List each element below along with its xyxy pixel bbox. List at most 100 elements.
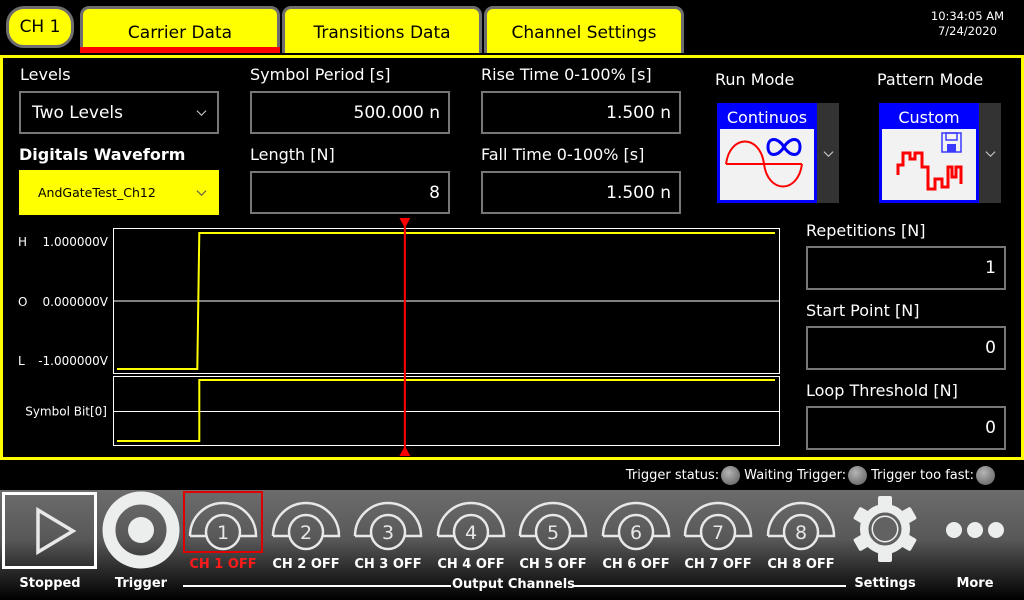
length-value: 8: [429, 182, 440, 203]
symbol-period-value: 500.000 n: [353, 102, 440, 123]
channel-button-1[interactable]: 1: [183, 491, 263, 553]
start-point-value: 0: [985, 338, 996, 358]
run-stop-button[interactable]: [2, 492, 97, 569]
settings-label: Settings: [854, 576, 916, 591]
pattern-mode-label: Pattern Mode: [877, 70, 984, 89]
length-label: Length [N]: [250, 145, 335, 164]
clock-time: 10:34:05 AM: [930, 9, 1004, 23]
bottom-toolbar: Stopped Trigger 1 CH 1 OFF 2 CH 2 OFF 3 CH 3 …: [0, 490, 1024, 600]
run-mode-label: Run Mode: [715, 70, 795, 89]
rise-time-label: Rise Time 0-100% [s]: [481, 65, 652, 84]
run-mode-dropdown-toggle[interactable]: [817, 103, 839, 203]
chevron-down-icon: [985, 150, 995, 157]
channel-number: 5: [547, 522, 559, 544]
waiting-trigger-label: Waiting Trigger:: [744, 468, 847, 483]
channel-output-icon: 8: [766, 501, 836, 551]
channel-number: 4: [465, 522, 477, 544]
settings-button[interactable]: [850, 494, 920, 564]
tab-transitions-data[interactable]: Transitions Data: [282, 6, 482, 53]
channel-number: 1: [217, 522, 229, 544]
play-icon: [36, 506, 77, 556]
digitals-waveform-label: Digitals Waveform: [19, 145, 186, 164]
levels-label: Levels: [20, 65, 71, 84]
tab-label: Channel Settings: [511, 23, 657, 43]
channel-output-icon: 4: [436, 501, 506, 551]
run-mode-value: Continuos: [726, 108, 808, 127]
start-point-label: Start Point [N]: [806, 301, 920, 320]
channels-group-line-left: [183, 585, 451, 587]
repetitions-value: 1: [985, 258, 996, 278]
channel-selector-pill[interactable]: CH 1: [6, 6, 74, 48]
tab-channel-settings[interactable]: Channel Settings: [484, 6, 684, 53]
trigger-too-fast-label: Trigger too fast:: [871, 468, 974, 483]
trigger-icon: [102, 491, 180, 569]
run-mode-button[interactable]: Continuos: [717, 103, 817, 203]
tab-label: Carrier Data: [127, 23, 233, 43]
pattern-mode-button[interactable]: Custom: [879, 103, 979, 203]
fall-time-label: Fall Time 0-100% [s]: [481, 145, 645, 164]
trigger-status-row: Trigger status: Waiting Trigger: Trigger…: [626, 466, 999, 485]
channel-output-icon: 2: [271, 501, 341, 551]
sine-infinity-icon: [725, 138, 803, 188]
trigger-status-led-icon: [721, 466, 741, 485]
clock: 10:34:05 AM 7/24/2020: [931, 9, 1004, 39]
run-stop-label: Stopped: [19, 576, 81, 591]
trigger-status-label: Trigger status:: [625, 468, 720, 483]
channel-button-5[interactable]: 5: [514, 492, 592, 552]
channel-status-label: CH 7 OFF: [684, 557, 752, 572]
channel-status-label: CH 4 OFF: [437, 557, 505, 572]
more-icon: [946, 522, 1004, 538]
clock-date: 7/24/2020: [937, 24, 997, 38]
pattern-mode-value: Custom: [898, 108, 960, 127]
channel-output-icon: 7: [683, 501, 753, 551]
output-channels-label: Output Channels: [452, 577, 575, 592]
fall-time-input[interactable]: 1.500 n: [481, 171, 681, 214]
repetitions-input[interactable]: 1: [806, 246, 1006, 290]
start-point-input[interactable]: 0: [806, 326, 1006, 370]
length-input[interactable]: 8: [250, 171, 450, 214]
channel-button-6[interactable]: 6: [597, 492, 675, 552]
levels-value: Two Levels: [32, 102, 124, 123]
digitals-waveform-dropdown[interactable]: AndGateTest_Ch12: [19, 170, 219, 215]
tab-carrier-data[interactable]: Carrier Data: [80, 6, 280, 53]
channel-number: 2: [300, 522, 312, 544]
channel-button-7[interactable]: 7: [679, 492, 757, 552]
trigger-too-fast-led-icon: [976, 466, 995, 485]
gear-icon: [853, 496, 917, 562]
pattern-mode-dropdown-toggle[interactable]: [979, 103, 1001, 203]
more-button[interactable]: [940, 510, 1010, 550]
channel-status-label: CH 8 OFF: [767, 557, 835, 572]
channel-output-icon: 1: [188, 501, 258, 551]
symbol-period-label: Symbol Period [s]: [250, 65, 391, 84]
rise-time-value: 1.500 n: [606, 102, 671, 123]
symbol-period-input[interactable]: 500.000 n: [250, 91, 450, 134]
more-label: More: [956, 576, 994, 591]
channel-number: 8: [795, 522, 807, 544]
custom-pattern-save-icon: [896, 132, 963, 191]
channel-status-label: CH 6 OFF: [602, 557, 670, 572]
channel-status-label: CH 3 OFF: [354, 557, 422, 572]
levels-dropdown[interactable]: Two Levels: [19, 91, 219, 134]
channel-number: 3: [382, 522, 394, 544]
channel-button-8[interactable]: 8: [762, 492, 840, 552]
digitals-waveform-value: AndGateTest_Ch12: [38, 185, 156, 200]
fall-time-value: 1.500 n: [606, 182, 671, 203]
loop-threshold-input[interactable]: 0: [806, 406, 1006, 450]
waiting-trigger-led-icon: [848, 466, 868, 485]
channels-group-line-right: [573, 585, 846, 587]
channel-number: 6: [630, 522, 642, 544]
trigger-button[interactable]: [101, 491, 181, 571]
rise-time-input[interactable]: 1.500 n: [481, 91, 681, 134]
channel-button-4[interactable]: 4: [432, 492, 510, 552]
channel-button-3[interactable]: 3: [349, 492, 427, 552]
trigger-label: Trigger: [114, 576, 168, 591]
loop-threshold-value: 0: [985, 418, 996, 438]
repetitions-label: Repetitions [N]: [806, 221, 926, 240]
channel-button-2[interactable]: 2: [267, 492, 345, 552]
chevron-down-icon: [196, 110, 207, 117]
channel-status-label: CH 1 OFF: [189, 557, 257, 572]
loop-threshold-label: Loop Threshold [N]: [806, 381, 958, 400]
tab-label: Transitions Data: [313, 23, 451, 43]
channel-output-icon: 3: [353, 501, 423, 551]
channel-output-icon: 6: [601, 501, 671, 551]
